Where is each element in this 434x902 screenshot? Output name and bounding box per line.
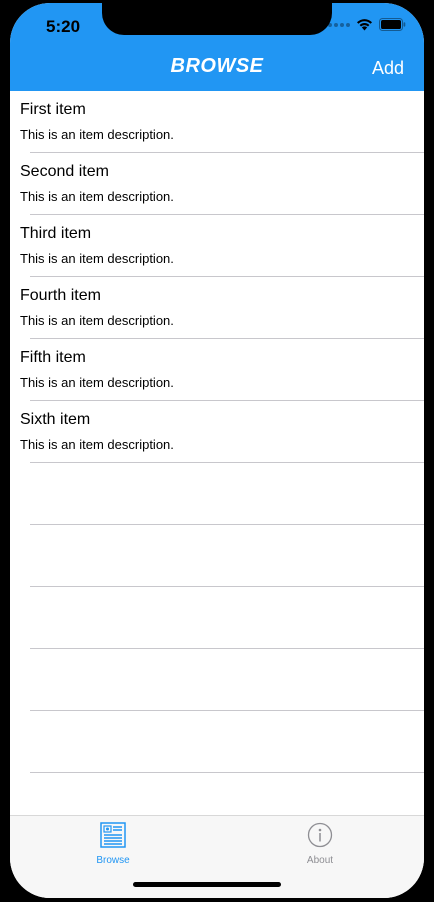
status-icons (328, 18, 406, 31)
empty-row (10, 711, 424, 773)
add-button[interactable]: Add (372, 58, 404, 79)
item-title: Second item (20, 163, 109, 180)
item-title: Fifth item (20, 349, 86, 366)
list-item[interactable]: Fifth item This is an item description. (10, 339, 424, 401)
tab-about[interactable]: About (280, 822, 360, 866)
item-description: This is an item description. (20, 437, 174, 452)
empty-row (10, 649, 424, 711)
info-icon (307, 822, 333, 848)
empty-row (10, 773, 424, 815)
device-frame: 5:20 BROWSE Add First item This is an it… (0, 0, 434, 902)
list-item[interactable]: Fourth item This is an item description. (10, 277, 424, 339)
home-indicator (133, 882, 281, 887)
item-title: Sixth item (20, 411, 91, 428)
empty-row (10, 463, 424, 525)
item-description: This is an item description. (20, 375, 174, 390)
item-description: This is an item description. (20, 313, 174, 328)
list-item[interactable]: Sixth item This is an item description. (10, 401, 424, 463)
wifi-icon (357, 19, 372, 31)
list-item[interactable]: Third item This is an item description. (10, 215, 424, 277)
tab-browse[interactable]: Browse (73, 822, 153, 866)
item-title: Third item (20, 225, 92, 242)
list-item[interactable]: First item This is an item description. (10, 91, 424, 153)
empty-row (10, 587, 424, 649)
item-title: Fourth item (20, 287, 101, 304)
list-item[interactable]: Second item This is an item description. (10, 153, 424, 215)
cellular-signal-icon (328, 22, 350, 27)
items-list: First item This is an item description. … (10, 91, 424, 815)
browse-icon (100, 822, 126, 848)
notch (102, 3, 332, 35)
item-description: This is an item description. (20, 189, 174, 204)
item-title: First item (20, 101, 86, 118)
item-description: This is an item description. (20, 251, 174, 266)
battery-icon (379, 18, 406, 31)
tab-label: Browse (96, 855, 130, 866)
page-title: BROWSE (170, 55, 264, 77)
item-description: This is an item description. (20, 127, 174, 142)
empty-row (10, 525, 424, 587)
screen: 5:20 BROWSE Add First item This is an it… (10, 3, 424, 898)
tab-label: About (306, 855, 334, 866)
status-time: 5:20 (46, 17, 81, 36)
navigation-bar: 5:20 BROWSE Add (10, 3, 424, 91)
